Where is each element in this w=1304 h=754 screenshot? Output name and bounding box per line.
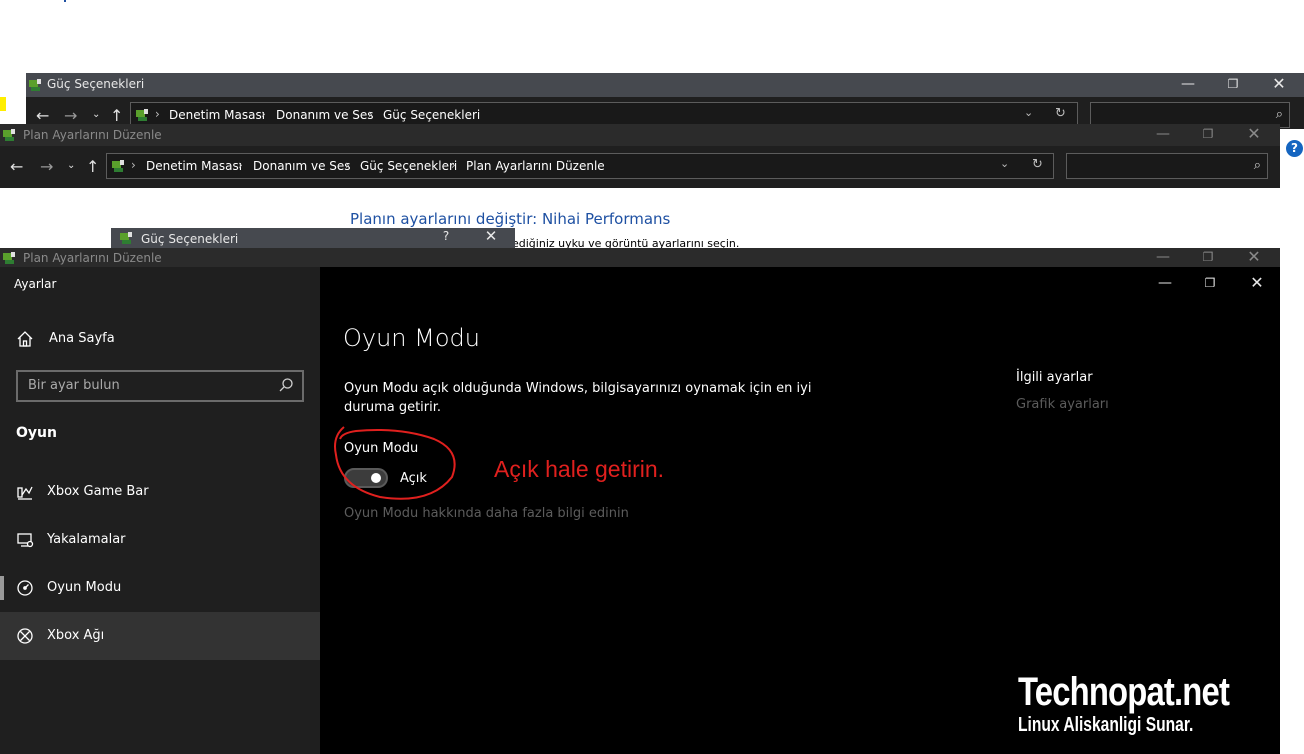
power-options-icon (2, 251, 16, 265)
breadcrumb-separator: › (345, 158, 350, 172)
search-box[interactable]: ⌕ (1066, 153, 1268, 179)
breadcrumb-separator: › (261, 107, 266, 121)
breadcrumb-separator: › (451, 158, 456, 172)
nav-home-label: Ana Sayfa (49, 331, 115, 346)
window-title: Plan Ayarlarını Düzenle (23, 251, 162, 265)
nav-label: Yakalamalar (47, 532, 126, 547)
address-bar[interactable]: › Denetim Masası › Donanım ve Ses › Güç … (106, 153, 1054, 179)
title-bar: Güç Seçenekleri — ❐ ✕ (26, 73, 1304, 97)
nav-label: Xbox Game Bar (47, 484, 149, 499)
dialog-title: Güç Seçenekleri (141, 232, 239, 246)
restore-icon[interactable]: ❐ (1200, 273, 1220, 293)
minimize-icon[interactable]: — (1155, 273, 1175, 293)
minimize-icon[interactable]: — (1153, 124, 1173, 144)
nav-home[interactable]: Ana Sayfa (0, 315, 320, 363)
search-input[interactable]: Bir ayar bulun (16, 370, 304, 402)
edit-plan-window: Plan Ayarlarını Düzenle — ❐ ✕ ← → ⌄ ↑ › … (0, 124, 1280, 188)
window-title: Plan Ayarlarını Düzenle (23, 128, 162, 142)
breadcrumb-item[interactable]: Denetim Masası (169, 108, 265, 122)
power-options-window: Güç Seçenekleri — ❐ ✕ ← → ⌄ ↑ › Denetim … (26, 73, 1304, 129)
back-arrow-icon[interactable]: ← (36, 108, 49, 124)
search-icon: ⌕ (1253, 158, 1261, 173)
search-placeholder: Bir ayar bulun (28, 378, 120, 393)
annotation-circle (334, 426, 456, 500)
power-options-dialog: Güç Seçenekleri ? ✕ (111, 226, 515, 248)
close-icon[interactable]: ✕ (1244, 124, 1264, 144)
search-icon (278, 377, 294, 397)
close-icon[interactable]: ✕ (1244, 247, 1264, 267)
plan-settings-subtitle: ediğiniz uyku ve görüntü ayarlarını seçi… (512, 237, 740, 248)
title-bar: Plan Ayarlarını Düzenle — ❐ ✕ (0, 124, 1280, 146)
chevron-down-icon[interactable]: ⌄ (67, 158, 75, 174)
nav-game-mode[interactable]: Oyun Modu (0, 564, 320, 612)
minimize-icon[interactable]: — (1178, 74, 1198, 94)
xbox-icon (16, 627, 34, 645)
help-button[interactable]: ? (436, 226, 456, 246)
restore-icon[interactable]: ❐ (1198, 247, 1218, 267)
page-description: Oyun Modu açık olduğunda Windows, bilgis… (344, 381, 812, 415)
learn-more-link[interactable]: Oyun Modu hakkında daha fazla bilgi edin… (344, 506, 629, 521)
game-bar-icon (16, 483, 34, 501)
page-title: Oyun Modu (343, 324, 480, 352)
nav-label: Oyun Modu (47, 580, 122, 595)
up-arrow-icon[interactable]: ↑ (86, 159, 99, 175)
title-bar: Plan Ayarlarını Düzenle — ❐ ✕ (0, 247, 1280, 267)
annotation-text: Açık hale getirin. (494, 456, 665, 482)
window-title: Güç Seçenekleri (47, 77, 145, 91)
app-title: Ayarlar (14, 277, 57, 291)
graphics-settings-link[interactable]: Grafik ayarları (1016, 397, 1109, 412)
forward-arrow-icon[interactable]: → (64, 108, 77, 124)
refresh-icon[interactable]: ↻ (1055, 106, 1066, 121)
close-icon[interactable]: ✕ (1247, 273, 1267, 293)
power-options-icon (111, 159, 125, 173)
capture-icon (16, 531, 34, 549)
home-icon (16, 330, 34, 348)
settings-sidebar: Ayarlar Ana Sayfa Bir ayar bulun Oyun Xb… (0, 267, 320, 754)
power-options-icon (135, 108, 149, 122)
stray-mark (64, 0, 66, 2)
forward-arrow-icon[interactable]: → (40, 159, 53, 175)
nav-xbox-networking[interactable]: Xbox Ağı (0, 612, 320, 660)
chevron-down-icon[interactable]: ⌄ (1000, 157, 1009, 170)
restore-icon[interactable]: ❐ (1223, 74, 1243, 94)
nav-label: Xbox Ağı (47, 628, 105, 643)
breadcrumb-item[interactable]: Donanım ve Ses (253, 159, 351, 173)
breadcrumb-item[interactable]: Plan Ayarlarını Düzenle (466, 159, 605, 173)
close-icon[interactable]: ✕ (1269, 74, 1289, 94)
section-heading: Oyun (16, 425, 57, 441)
help-icon[interactable]: ? (1286, 140, 1303, 157)
back-arrow-icon[interactable]: ← (10, 159, 23, 175)
power-options-icon (119, 231, 133, 245)
search-icon: ⌕ (1275, 107, 1283, 122)
breadcrumb-separator: › (368, 107, 373, 121)
breadcrumb-item[interactable]: Güç Seçenekleri (360, 159, 457, 173)
power-options-icon (2, 128, 16, 142)
up-arrow-icon[interactable]: ↑ (110, 108, 123, 124)
refresh-icon[interactable]: ↻ (1032, 157, 1043, 172)
nav-captures[interactable]: Yakalamalar (0, 516, 320, 564)
breadcrumb-separator: › (155, 107, 160, 121)
close-icon[interactable]: ✕ (481, 226, 501, 246)
breadcrumb-item[interactable]: Denetim Masası (146, 159, 242, 173)
yellow-mark (0, 97, 6, 111)
restore-icon[interactable]: ❐ (1198, 124, 1218, 144)
breadcrumb-separator: › (238, 158, 243, 172)
nav-xbox-game-bar[interactable]: Xbox Game Bar (0, 468, 320, 516)
minimize-icon[interactable]: — (1153, 247, 1173, 267)
power-options-icon (28, 78, 42, 92)
game-mode-icon (16, 579, 34, 597)
plan-settings-title: Planın ayarlarını değiştir: Nihai Perfor… (350, 210, 671, 228)
breadcrumb-separator: › (131, 158, 136, 172)
chevron-down-icon[interactable]: ⌄ (1024, 106, 1033, 119)
related-settings-heading: İlgili ayarlar (1016, 370, 1093, 385)
watermark-brand: Technopat.net (1018, 670, 1230, 714)
watermark-tagline: Linux Aliskanligi Sunar. (1018, 714, 1194, 736)
breadcrumb-item[interactable]: Güç Seçenekleri (383, 108, 480, 122)
chevron-down-icon[interactable]: ⌄ (92, 107, 100, 123)
breadcrumb-item[interactable]: Donanım ve Ses (276, 108, 374, 122)
